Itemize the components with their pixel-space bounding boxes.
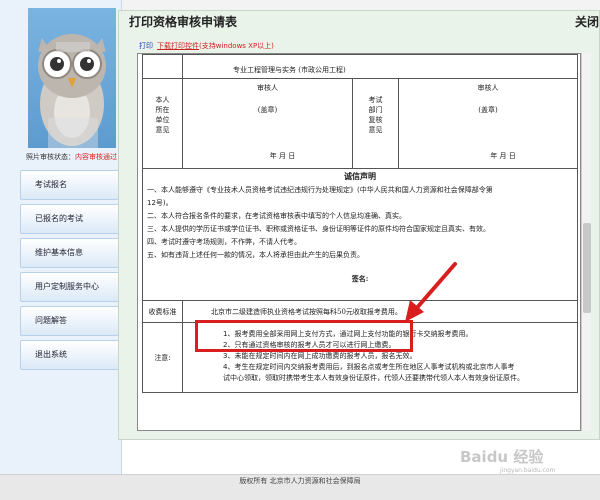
integrity-line: 三、本人提供的学历证书或学位证书、职称或资格证书、身份证明等证件的原件均符合国家… (147, 225, 490, 233)
print-link[interactable]: 打印 (139, 42, 153, 50)
unit-opinion-cell: 审核人 (盖章) 年 月 日 (182, 78, 353, 169)
dialog-title: 打印资格审核申请表 (129, 15, 238, 29)
integrity-title: 诚信声明 (344, 172, 376, 181)
notes-label: 注意: (142, 322, 183, 393)
note-item: 4、考生在规定时间内交纳报考费用后，到报名点或考生所在地区人事考试机构或北京市人… (223, 363, 515, 371)
download-control-link[interactable]: 下载打印控件 (157, 42, 199, 50)
close-button[interactable]: 关闭 (575, 13, 599, 30)
form-scrollbar[interactable] (581, 53, 591, 431)
print-toolbar: 打印 下载打印控件(支持windows XP以上) (139, 41, 274, 51)
sidebar-item-registered-exams[interactable]: 已报名的考试 (20, 204, 122, 234)
unit-reviewer: 审核人 (257, 84, 278, 92)
fee-label: 收费标准 (142, 300, 183, 323)
signature-label: 签名: (351, 274, 369, 283)
copyright-text: 版权所有 北京市人力资源和社会保障局 (239, 477, 361, 485)
note-item: 3、未能在规定时间内在网上成功缴费的报考人员，报名无效。 (223, 352, 417, 360)
owl-avatar-icon (38, 34, 106, 148)
integrity-statement: 诚信声明 一、本人能够遵守《专业技术人员资格考试违纪违规行为处理规定》(中华人民… (142, 168, 578, 301)
baidu-watermark-url: jingyan.baidu.com (500, 467, 556, 474)
dept-reviewer: 审核人 (477, 84, 499, 92)
sidebar-item-basic-info[interactable]: 维护基本信息 (20, 238, 122, 268)
background-page-strip (122, 0, 600, 10)
highlight-box (195, 320, 413, 352)
specialty-cell: 专业工程管理与实务 (市政公用工程) (182, 54, 578, 79)
sidebar: 照片审核状态：内容审核通过 考试报名 已报名的考试 维护基本信息 用户定制服务中… (0, 0, 122, 500)
dept-opinion-label: 考试 部门 复核 意见 (352, 78, 399, 169)
integrity-line: 12号)。 (147, 199, 173, 207)
integrity-line: 五、如有违背上述任何一款的情况，本人将承担由此产生的后果负责。 (147, 251, 364, 259)
unit-seal: (盖章) (257, 106, 278, 114)
application-form-page: 专业工程管理与实务 (市政公用工程) 本人 所在 单位 意见 审核人 (盖章) … (137, 53, 581, 431)
integrity-line: 一、本人能够遵守《专业技术人员资格考试违纪违规行为处理规定》(中华人民共和国人力… (147, 186, 493, 194)
sidebar-item-service-center[interactable]: 用户定制服务中心 (20, 272, 122, 302)
sidebar-item-logout[interactable]: 退出系统 (20, 340, 122, 370)
unit-opinion-label: 本人 所在 单位 意见 (142, 78, 183, 169)
integrity-line: 二、本人符合报名条件的要求，在考试资格审核表中填写的个人信息均准确、真实。 (147, 212, 406, 220)
specialty-value: 专业工程管理与实务 (市政公用工程) (233, 66, 346, 74)
photo-status: 照片审核状态：内容审核通过 (26, 152, 117, 162)
footer: 版权所有 北京市人力资源和社会保障局 (0, 474, 600, 500)
dept-date: 年 月 日 (490, 152, 516, 160)
user-photo (28, 8, 116, 148)
integrity-line: 四、考试时遵守考场规则，不作弊，不请人代考。 (147, 238, 301, 246)
sidebar-menu: 考试报名 已报名的考试 维护基本信息 用户定制服务中心 问题解答 退出系统 (20, 170, 122, 374)
photo-status-label: 照片审核状态： (26, 153, 75, 161)
control-note: (支持windows XP以上) (199, 42, 274, 50)
sidebar-item-exam-register[interactable]: 考试报名 (20, 170, 122, 200)
note-item: 试中心领取，领取时携带考生本人有效身份证原件，代领人还要携带代领人本人有效身份证… (223, 374, 524, 382)
print-dialog: 打印资格审核申请表 关闭 打印 下载打印控件(支持windows XP以上) 专业… (118, 10, 600, 440)
dept-opinion-cell: 审核人 (盖章) 年 月 日 (398, 78, 578, 169)
baidu-watermark: Baidu 经验 (460, 448, 544, 466)
scrollbar-thumb[interactable] (583, 223, 591, 313)
photo-status-value: 内容审核通过 (75, 153, 117, 161)
dept-seal: (盖章) (478, 106, 498, 114)
sidebar-item-faq[interactable]: 问题解答 (20, 306, 122, 336)
unit-date: 年 月 日 (269, 152, 296, 160)
